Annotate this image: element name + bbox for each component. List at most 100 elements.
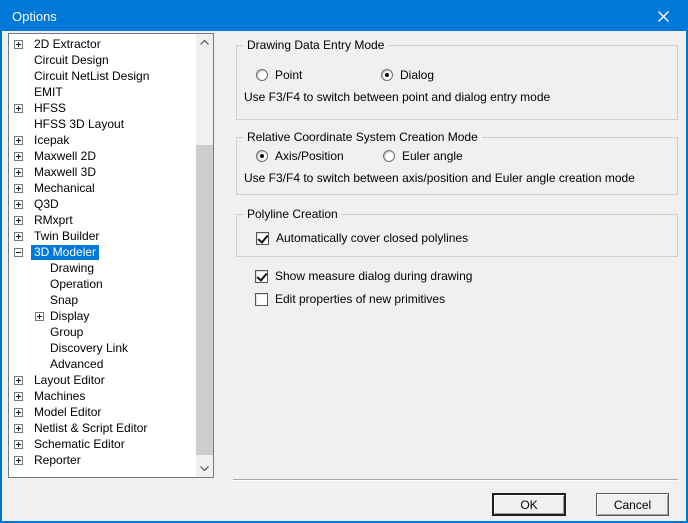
- tree-item-label[interactable]: Machines: [31, 389, 88, 404]
- scroll-down-button[interactable]: [196, 460, 213, 477]
- expand-plus-icon[interactable]: [14, 423, 23, 433]
- expand-plus-icon[interactable]: [14, 151, 23, 161]
- options-tree-items: 2D Extractor Circuit Design Circuit NetLis…: [9, 36, 195, 477]
- expand-plus-icon[interactable]: [14, 407, 23, 417]
- radio-euler-angle[interactable]: Euler angle: [383, 149, 463, 163]
- tree-item-label[interactable]: Icepak: [31, 133, 72, 148]
- scrollbar-thumb[interactable]: [196, 145, 213, 455]
- tree-item-netlist-script-editor[interactable]: Netlist & Script Editor: [9, 420, 195, 436]
- tree-item-label[interactable]: Discovery Link: [47, 341, 131, 356]
- checkbox-edit-properties-new-primitives[interactable]: Edit properties of new primitives: [255, 292, 445, 306]
- expand-plus-icon[interactable]: [14, 199, 23, 209]
- window-title: Options: [12, 9, 57, 24]
- groupbox-polyline-creation: Polyline Creation Automatically cover cl…: [236, 207, 678, 257]
- collapse-minus-icon[interactable]: [14, 247, 23, 257]
- tree-item-label[interactable]: Maxwell 3D: [31, 165, 99, 180]
- expand-plus-icon[interactable]: [14, 135, 23, 145]
- tree-item-label[interactable]: Maxwell 2D: [31, 149, 99, 164]
- tree-item-label[interactable]: Netlist & Script Editor: [31, 421, 150, 436]
- checkbox-icon: [256, 231, 269, 245]
- titlebar[interactable]: Options: [2, 2, 686, 31]
- expand-plus-icon[interactable]: [14, 215, 23, 225]
- tree-item-reporter[interactable]: Reporter: [9, 452, 195, 468]
- radio-button-icon: [256, 69, 268, 81]
- ok-button[interactable]: OK: [492, 493, 566, 516]
- radio-button-icon: [383, 150, 395, 162]
- close-button[interactable]: [641, 2, 686, 31]
- expand-plus-icon[interactable]: [14, 103, 23, 113]
- tree-item-label[interactable]: Model Editor: [31, 405, 104, 420]
- tree-item-label[interactable]: HFSS: [31, 101, 69, 116]
- tree-item-label[interactable]: 2D Extractor: [31, 37, 104, 52]
- tree-item-label[interactable]: Advanced: [47, 357, 106, 372]
- tree-item-snap[interactable]: Snap: [9, 292, 195, 308]
- tree-item-advanced[interactable]: Advanced: [9, 356, 195, 372]
- checkbox-show-measure-dialog[interactable]: Show measure dialog during drawing: [255, 269, 472, 283]
- radio-label: Axis/Position: [275, 149, 344, 163]
- tree-scrollbar[interactable]: [196, 34, 213, 477]
- close-icon: [658, 11, 669, 22]
- tree-item-icepak[interactable]: Icepak: [9, 132, 195, 148]
- tree-item-maxwell-2d[interactable]: Maxwell 2D: [9, 148, 195, 164]
- tree-item-emit[interactable]: EMIT: [9, 84, 195, 100]
- tree-item-label[interactable]: 3D Modeler: [31, 244, 100, 260]
- radio-dialog[interactable]: Dialog: [381, 68, 434, 82]
- radio-axis-position[interactable]: Axis/Position: [256, 149, 344, 163]
- radio-point[interactable]: Point: [256, 68, 302, 82]
- expand-plus-icon[interactable]: [14, 39, 23, 49]
- tree-item-q3d[interactable]: Q3D: [9, 196, 195, 212]
- tree-item-group[interactable]: Group: [9, 324, 195, 340]
- tree-item-3d-modeler[interactable]: 3D Modeler: [9, 244, 195, 260]
- tree-item-hfss[interactable]: HFSS: [9, 100, 195, 116]
- tree-item-mechanical[interactable]: Mechanical: [9, 180, 195, 196]
- expand-plus-icon[interactable]: [14, 183, 23, 193]
- tree-item-label[interactable]: RMxprt: [31, 213, 76, 228]
- tree-item-label[interactable]: Layout Editor: [31, 373, 108, 388]
- tree-item-label[interactable]: EMIT: [31, 85, 66, 100]
- expand-plus-icon[interactable]: [14, 167, 23, 177]
- tree-item-label[interactable]: Operation: [47, 277, 106, 292]
- tree-item-machines[interactable]: Machines: [9, 388, 195, 404]
- expand-plus-icon[interactable]: [14, 439, 23, 449]
- tree-item-twin-builder[interactable]: Twin Builder: [9, 228, 195, 244]
- tree-item-model-editor[interactable]: Model Editor: [9, 404, 195, 420]
- tree-item-label[interactable]: Q3D: [31, 197, 62, 212]
- checkbox-icon: [255, 292, 268, 306]
- tree-item-hfss-3d-layout[interactable]: HFSS 3D Layout: [9, 116, 195, 132]
- tree-item-label[interactable]: Drawing: [47, 261, 97, 276]
- tree-item-layout-editor[interactable]: Layout Editor: [9, 372, 195, 388]
- tree-item-label[interactable]: Circuit NetList Design: [31, 69, 152, 84]
- expand-plus-icon[interactable]: [14, 375, 23, 385]
- tree-item-circuit-design[interactable]: Circuit Design: [9, 52, 195, 68]
- checkbox-automatically-cover-closed-polylines[interactable]: Automatically cover closed polylines: [256, 231, 468, 245]
- tree-item-label[interactable]: Schematic Editor: [31, 437, 128, 452]
- tree-item-2d-extractor[interactable]: 2D Extractor: [9, 36, 195, 52]
- expand-plus-icon[interactable]: [35, 311, 44, 321]
- cancel-button[interactable]: Cancel: [596, 493, 669, 516]
- tree-item-schematic-editor[interactable]: Schematic Editor: [9, 436, 195, 452]
- tree-item-operation[interactable]: Operation: [9, 276, 195, 292]
- expand-plus-icon[interactable]: [14, 231, 23, 241]
- tree-item-label[interactable]: Circuit Design: [31, 53, 112, 68]
- checkbox-label: Show measure dialog during drawing: [275, 269, 473, 283]
- groupbox-relative-coordinate-system-creation-mode: Relative Coordinate System Creation Mode…: [236, 130, 678, 195]
- tree-item-label[interactable]: HFSS 3D Layout: [31, 117, 127, 132]
- tree-item-discovery-link[interactable]: Discovery Link: [9, 340, 195, 356]
- tree-item-display[interactable]: Display: [9, 308, 195, 324]
- tree-item-label[interactable]: Twin Builder: [31, 229, 102, 244]
- tree-item-circuit-netlist-design[interactable]: Circuit NetList Design: [9, 68, 195, 84]
- tree-item-label[interactable]: Reporter: [31, 453, 84, 468]
- tree-item-label[interactable]: Group: [47, 325, 86, 340]
- tree-item-maxwell-3d[interactable]: Maxwell 3D: [9, 164, 195, 180]
- tree-item-label[interactable]: Mechanical: [31, 181, 98, 196]
- expand-plus-icon[interactable]: [14, 391, 23, 401]
- groupbox-title: Relative Coordinate System Creation Mode: [243, 130, 482, 144]
- expand-plus-icon[interactable]: [14, 455, 23, 465]
- hint-text: Use F3/F4 to switch between point and di…: [244, 90, 551, 104]
- tree-item-label[interactable]: Snap: [47, 293, 81, 308]
- scroll-up-button[interactable]: [196, 34, 213, 51]
- groupbox-drawing-data-entry-mode: Drawing Data Entry Mode Point Dialog Use…: [236, 38, 678, 120]
- tree-item-drawing[interactable]: Drawing: [9, 260, 195, 276]
- tree-item-label[interactable]: Display: [47, 309, 92, 324]
- tree-item-rmxprt[interactable]: RMxprt: [9, 212, 195, 228]
